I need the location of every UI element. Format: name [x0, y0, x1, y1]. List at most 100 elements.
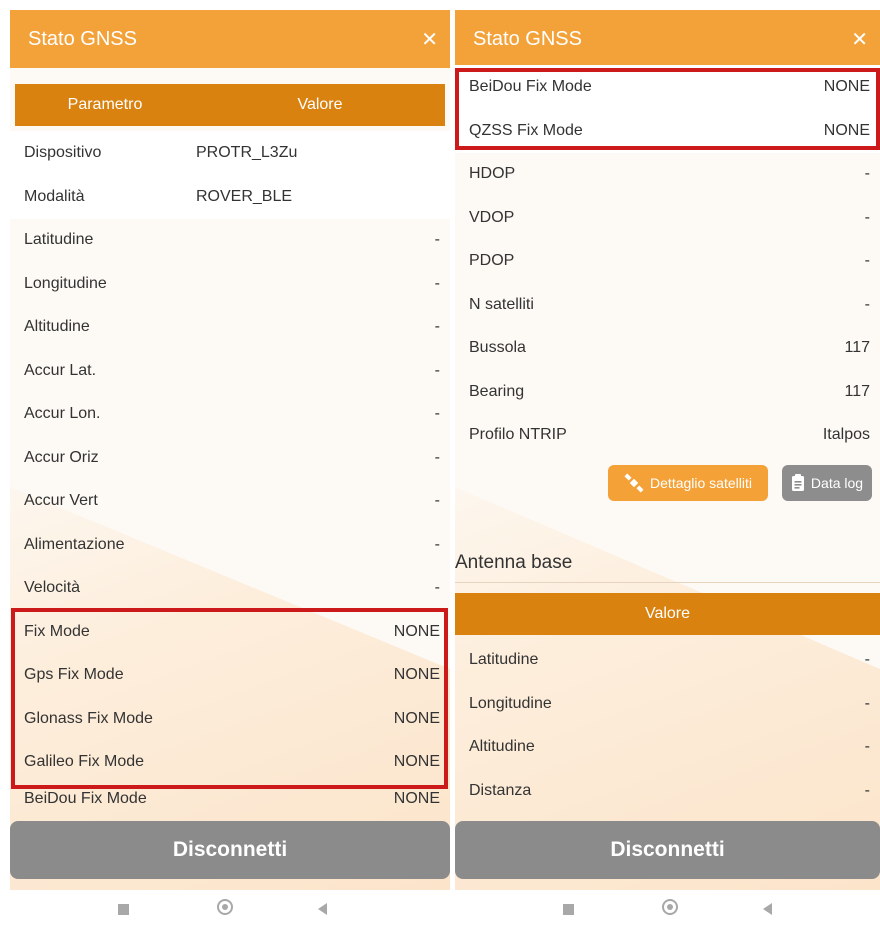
row-label: Gps Fix Mode	[24, 666, 124, 683]
row-label: Glonass Fix Mode	[24, 709, 153, 727]
row-value: NONE	[393, 709, 440, 727]
page-title: Stato GNSS	[28, 27, 137, 50]
row-label: QZSS Fix Mode	[469, 121, 583, 139]
table-row: VDOP -	[455, 196, 880, 240]
row-value: ROVER_BLE	[196, 187, 293, 205]
title-bar: Stato GNSS ✕	[10, 10, 450, 68]
satellite-details-label: Dettaglio satelliti	[650, 475, 752, 491]
table-row: HDOP -	[455, 152, 880, 196]
table-row: Dispositivo PROTR_L3Zu	[10, 131, 450, 175]
row-value: NONE	[393, 622, 440, 640]
table-row: Distanza -	[455, 769, 880, 813]
nav-back-icon[interactable]	[318, 903, 327, 915]
table-row: Longitudine -	[10, 262, 450, 306]
nav-recent-icon[interactable]	[563, 904, 574, 915]
row-label: Longitudine	[469, 694, 552, 712]
row-value: -	[434, 274, 440, 292]
row-label: VDOP	[469, 208, 515, 226]
table-header: Parametro Valore	[15, 84, 445, 126]
row-value: -	[864, 738, 870, 755]
table-row: Latitudine -	[10, 218, 450, 262]
close-icon[interactable]: ✕	[421, 27, 438, 52]
row-value: -	[864, 651, 870, 668]
table-row: Alimentazione -	[10, 523, 450, 567]
table-row: Fix Mode NONE	[10, 610, 450, 654]
satellite-icon	[624, 473, 644, 493]
row-value: -	[434, 492, 440, 509]
title-bar: Stato GNSS ✕	[455, 10, 880, 68]
disconnect-button[interactable]: Disconnetti	[10, 821, 450, 879]
row-value: NONE	[393, 753, 440, 770]
table-row: BeiDou Fix Mode NONE	[455, 65, 880, 109]
close-icon[interactable]: ✕	[851, 27, 868, 52]
row-value: PROTR_L3Zu	[196, 144, 298, 161]
row-label: Profilo NTRIP	[469, 426, 567, 443]
row-value: -	[864, 165, 870, 182]
nav-recent-icon[interactable]	[118, 904, 129, 915]
row-value: -	[864, 252, 870, 269]
table-row: N satelliti -	[455, 283, 880, 327]
table-row: Latitudine -	[455, 638, 880, 682]
row-value: 117	[844, 382, 870, 400]
table-row: Accur Lat. -	[10, 349, 450, 393]
disconnect-button[interactable]: Disconnetti	[455, 821, 880, 879]
row-value: -	[434, 535, 440, 553]
row-label: Distanza	[469, 781, 532, 799]
row-label: Alimentazione	[24, 535, 125, 553]
row-label: Velocità	[24, 579, 81, 596]
row-label: BeiDou Fix Mode	[24, 789, 147, 807]
table-row: Gps Fix Mode NONE	[10, 653, 450, 697]
right-panel: Stato GNSS ✕ BeiDou Fix Mode NONE QZSS Fix…	[455, 10, 880, 929]
table-row: Accur Vert -	[10, 479, 450, 523]
header-param: Parametro	[67, 96, 143, 113]
row-label: Altitudine	[469, 738, 535, 755]
row-label: Fix Mode	[24, 622, 90, 640]
row-value: Italpos	[822, 426, 870, 443]
page-title: Stato GNSS	[473, 27, 582, 50]
row-label: Accur Vert	[24, 492, 98, 509]
table-row: Altitudine -	[10, 305, 450, 349]
table-row: Bearing 117	[455, 370, 880, 414]
row-value: 117	[844, 339, 870, 356]
row-value: NONE	[823, 121, 870, 139]
row-value: -	[434, 448, 440, 466]
clipboard-icon	[791, 474, 804, 491]
row-label: Bussola	[469, 339, 526, 356]
table-row: Longitudine -	[455, 682, 880, 726]
row-label: Bearing	[469, 382, 525, 400]
table-row: QZSS Fix Mode NONE	[455, 108, 880, 153]
row-value: -	[864, 208, 870, 226]
table-row: Accur Oriz -	[10, 436, 450, 480]
satellite-details-button[interactable]: Dettaglio satelliti	[608, 465, 768, 501]
row-value: NONE	[393, 666, 440, 683]
row-value: -	[864, 781, 870, 799]
row-value: -	[434, 405, 440, 422]
data-log-button[interactable]: Data log	[782, 465, 872, 501]
table-row: Galileo Fix Mode NONE	[10, 740, 450, 784]
table-row: PDOP -	[455, 239, 880, 283]
row-label: PDOP	[469, 252, 515, 269]
row-label: Accur Lat.	[24, 361, 97, 379]
row-value: NONE	[393, 789, 440, 807]
row-value: NONE	[823, 78, 870, 95]
nav-home-icon[interactable]	[662, 899, 678, 915]
nav-home-icon[interactable]	[217, 899, 233, 915]
antenna-section-title: Antenna base	[455, 552, 573, 573]
table-row: Bussola 117	[455, 326, 880, 370]
table-row: Glonass Fix Mode NONE	[10, 697, 450, 741]
row-value: -	[434, 361, 440, 379]
row-label: BeiDou Fix Mode	[469, 78, 592, 95]
table-row: Accur Lon. -	[10, 392, 450, 436]
nav-bar	[455, 890, 880, 929]
row-value: -	[864, 295, 870, 313]
row-label: Accur Oriz	[24, 448, 99, 466]
table-row: Velocità -	[10, 566, 450, 610]
data-log-label: Data log	[810, 475, 864, 491]
row-value: -	[864, 694, 870, 712]
row-value: -	[434, 318, 440, 335]
left-panel: Stato GNSS ✕ Parametro Valore Dispositiv…	[10, 10, 450, 929]
header-value: Valore	[644, 605, 691, 622]
row-label: Altitudine	[24, 318, 90, 335]
row-value: -	[434, 231, 440, 248]
nav-back-icon[interactable]	[763, 903, 772, 915]
